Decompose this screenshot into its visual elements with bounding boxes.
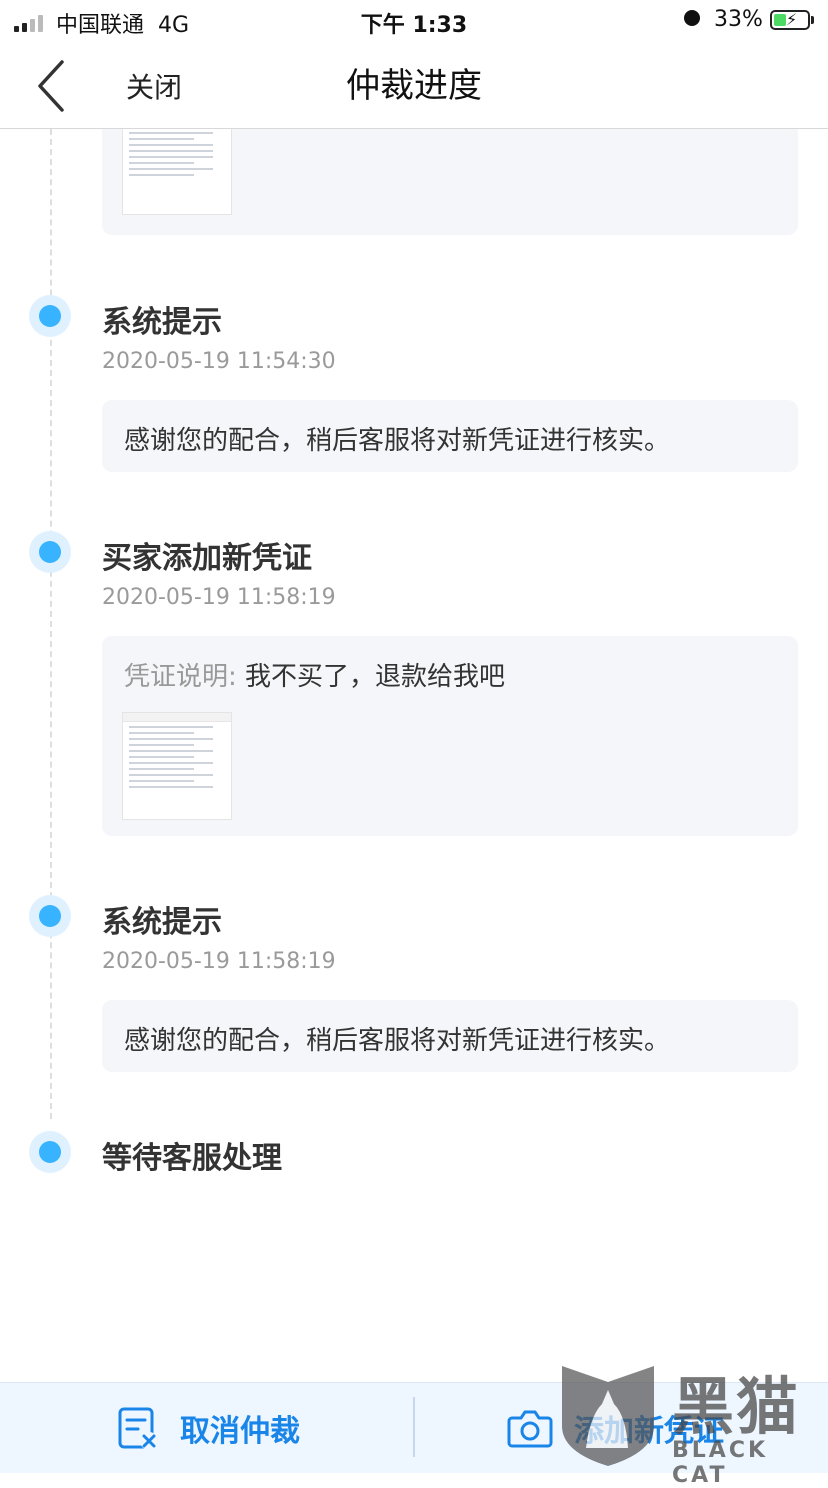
event-message-card: 感谢您的配合，稍后客服将对新凭证进行核实。 [102, 1000, 798, 1072]
event-message-card: 感谢您的配合，稍后客服将对新凭证进行核实。 [102, 400, 798, 472]
previous-evidence-card [102, 129, 798, 235]
status-time: 下午 1:33 [360, 13, 468, 38]
event-time: 2020-05-19 11:54:30 [102, 349, 336, 374]
evidence-label: 凭证说明: [124, 662, 237, 692]
timeline-dot [29, 1131, 71, 1173]
cat-shield-logo-icon [562, 1366, 654, 1466]
cancel-arbitration-label: 取消仲裁 [180, 1414, 300, 1449]
battery-percent: 33% [714, 7, 763, 32]
evidence-card: 凭证说明: 我不买了，退款给我吧 [102, 636, 798, 836]
event-message: 感谢您的配合，稍后客服将对新凭证进行核实。 [124, 1026, 671, 1056]
camera-icon [507, 1410, 553, 1448]
evidence-text: 我不买了，退款给我吧 [245, 662, 506, 692]
event-time: 2020-05-19 11:58:19 [102, 949, 336, 974]
event-title: 买家添加新凭证 [102, 541, 312, 576]
cancel-arbitration-button[interactable]: 取消仲裁 [116, 1383, 300, 1473]
event-title: 等待客服处理 [102, 1141, 282, 1176]
timeline-dot [29, 531, 71, 573]
event-message: 感谢您的配合，稍后客服将对新凭证进行核实。 [124, 426, 671, 456]
timeline-line [50, 129, 52, 1119]
event-time: 2020-05-19 11:58:19 [102, 585, 336, 610]
black-cat-watermark: 黑猫 BLACK CAT [556, 1356, 828, 1488]
battery-cap [811, 16, 814, 24]
watermark-cn: 黑猫 [672, 1370, 801, 1443]
evidence-thumbnail[interactable] [122, 712, 232, 820]
timeline-dot [29, 295, 71, 337]
battery-icon: ⚡ [770, 10, 810, 30]
timeline-content[interactable]: 系统提示 2020-05-19 11:54:30 感谢您的配合，稍后客服将对新凭… [0, 129, 828, 1381]
alarm-icon [684, 10, 700, 26]
evidence-description: 凭证说明: 我不买了，退款给我吧 [124, 656, 505, 693]
evidence-thumbnail[interactable] [122, 129, 232, 215]
timeline-dot [29, 895, 71, 937]
event-title: 系统提示 [102, 305, 222, 340]
status-bar: 中国联通 4G 下午 1:33 33% ⚡ [0, 0, 828, 44]
cancel-document-icon [118, 1407, 158, 1450]
bottom-divider [413, 1397, 415, 1457]
page-title: 仲裁进度 [346, 66, 482, 106]
event-title: 系统提示 [102, 905, 222, 940]
watermark-en: BLACK CAT [672, 1438, 769, 1488]
navigation-bar: 关闭 仲裁进度 [0, 44, 828, 129]
